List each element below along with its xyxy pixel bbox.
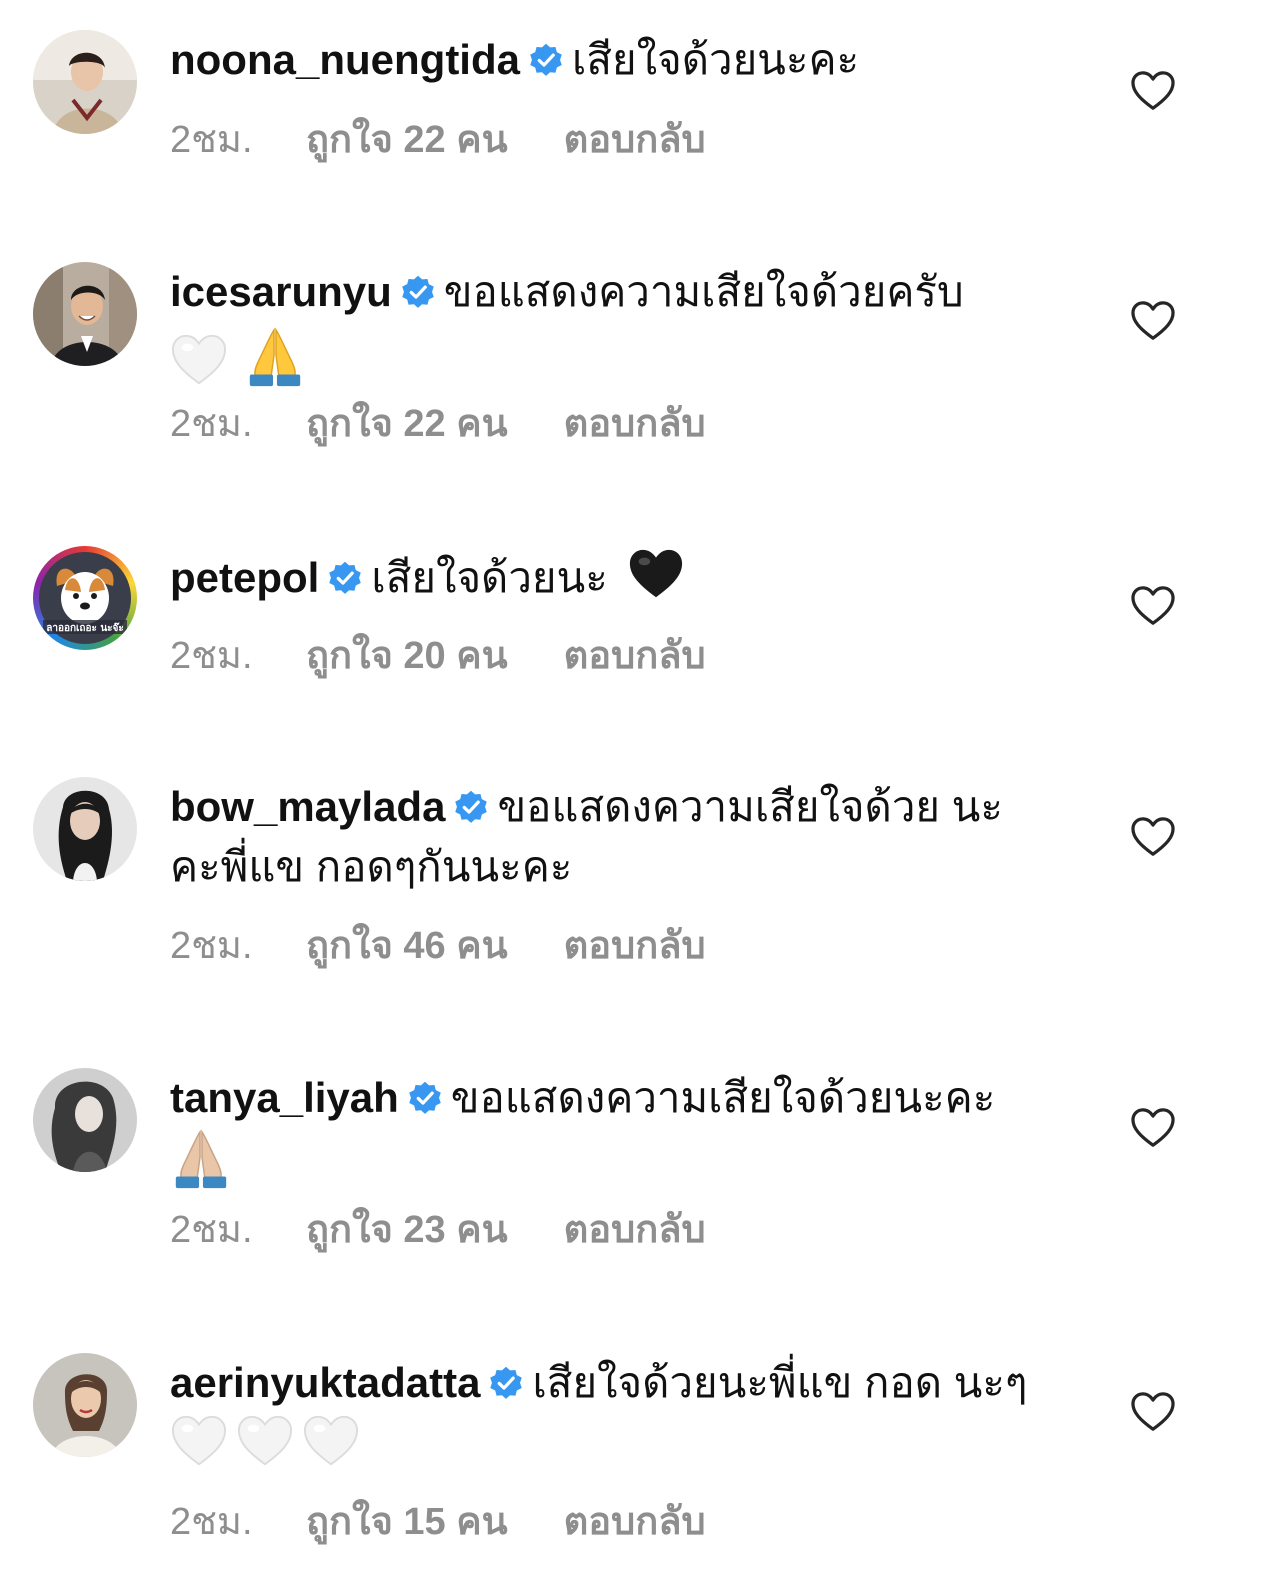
heart-outline-icon[interactable] — [1130, 70, 1176, 112]
heart-outline-icon[interactable] — [1130, 816, 1176, 858]
verified-badge-icon — [327, 560, 363, 596]
white-heart-icon — [170, 332, 228, 388]
avatar[interactable] — [33, 30, 137, 134]
white-heart-icon — [170, 1413, 228, 1469]
comment-meta: 2ชม. ถูกใจ 20 คน ตอบกลับ — [170, 634, 706, 678]
avatar[interactable] — [33, 1068, 137, 1172]
comment-meta: 2ชม. ถูกใจ 22 คน ตอบกลับ — [170, 402, 706, 446]
like-count[interactable]: ถูกใจ 46 คน — [306, 924, 508, 968]
comment-text: noona_nuengtida เสียใจด้วยนะคะ — [170, 30, 1070, 90]
folded-hands-icon — [170, 1128, 232, 1190]
verified-badge-icon — [488, 1365, 524, 1401]
comment-meta: 2ชม. ถูกใจ 46 คน ตอบกลับ — [170, 924, 706, 968]
verified-badge-icon — [453, 789, 489, 825]
verified-badge-icon — [407, 1080, 443, 1116]
reply-button[interactable]: ตอบกลับ — [564, 634, 706, 678]
comment-text: bow_maylada ขอแสดงความเสียใจด้วย นะคะพี่แ… — [170, 777, 1030, 897]
username[interactable]: aerinyuktadatta — [170, 1359, 480, 1406]
reply-button[interactable]: ตอบกลับ — [564, 1500, 706, 1544]
heart-outline-icon[interactable] — [1130, 300, 1176, 342]
comment-time: 2ชม. — [170, 1501, 253, 1543]
like-count[interactable]: ถูกใจ 20 คน — [306, 634, 508, 678]
heart-outline-icon[interactable] — [1130, 585, 1176, 627]
comment-text: petepol เสียใจด้วยนะ — [170, 546, 1070, 608]
like-count[interactable]: ถูกใจ 15 คน — [306, 1500, 508, 1544]
avatar[interactable] — [33, 1353, 137, 1457]
comment-time: 2ชม. — [170, 925, 253, 967]
comment-body: เสียใจด้วยนะคะ — [572, 36, 860, 83]
reply-button[interactable]: ตอบกลับ — [564, 1208, 706, 1252]
comment-meta: 2ชม. ถูกใจ 22 คน ตอบกลับ — [170, 118, 706, 162]
comment-body: เสียใจด้วยนะ — [371, 554, 608, 601]
comment-time: 2ชม. — [170, 403, 253, 445]
emoji-line — [170, 1128, 1070, 1196]
reply-button[interactable]: ตอบกลับ — [564, 924, 706, 968]
username[interactable]: icesarunyu — [170, 268, 392, 315]
username[interactable]: bow_maylada — [170, 783, 445, 830]
like-count[interactable]: ถูกใจ 22 คน — [306, 402, 508, 446]
like-count[interactable]: ถูกใจ 23 คน — [306, 1208, 508, 1252]
heart-outline-icon[interactable] — [1130, 1391, 1176, 1433]
comment-meta: 2ชม. ถูกใจ 15 คน ตอบกลับ — [170, 1500, 706, 1544]
comment-time: 2ชม. — [170, 119, 253, 161]
comment-time: 2ชม. — [170, 635, 253, 677]
white-heart-icon — [302, 1413, 360, 1469]
heart-outline-icon[interactable] — [1130, 1107, 1176, 1149]
username[interactable]: petepol — [170, 554, 319, 601]
comment-text: tanya_liyah ขอแสดงความเสียใจด้วยนะคะ — [170, 1068, 1070, 1128]
white-heart-icon — [236, 1413, 294, 1469]
comment-body: ขอแสดงความเสียใจด้วยนะคะ — [450, 1074, 996, 1121]
avatar[interactable] — [33, 777, 137, 881]
avatar[interactable]: ลาออกเถอะ นะจ๊ะ — [33, 546, 137, 650]
reply-button[interactable]: ตอบกลับ — [564, 402, 706, 446]
comment-body: เสียใจด้วยนะพี่แข กอด นะๆ — [532, 1359, 1028, 1406]
comment-meta: 2ชม. ถูกใจ 23 คน ตอบกลับ — [170, 1208, 706, 1252]
avatar-caption: ลาออกเถอะ นะจ๊ะ — [46, 622, 124, 634]
avatar[interactable] — [33, 262, 137, 366]
verified-badge-icon — [528, 42, 564, 78]
comment-text: aerinyuktadatta เสียใจด้วยนะพี่แข กอด นะๆ — [170, 1353, 1050, 1475]
emoji-line — [170, 326, 1070, 394]
comment-time: 2ชม. — [170, 1209, 253, 1251]
username[interactable]: noona_nuengtida — [170, 36, 520, 83]
like-count[interactable]: ถูกใจ 22 คน — [306, 118, 508, 162]
comment-text: icesarunyu ขอแสดงความเสียใจด้วยครับ — [170, 262, 1070, 322]
black-heart-icon — [627, 546, 685, 602]
folded-hands-icon — [244, 326, 306, 388]
reply-button[interactable]: ตอบกลับ — [564, 118, 706, 162]
verified-badge-icon — [400, 274, 436, 310]
username[interactable]: tanya_liyah — [170, 1074, 399, 1121]
comment-body: ขอแสดงความเสียใจด้วยครับ — [443, 268, 964, 315]
